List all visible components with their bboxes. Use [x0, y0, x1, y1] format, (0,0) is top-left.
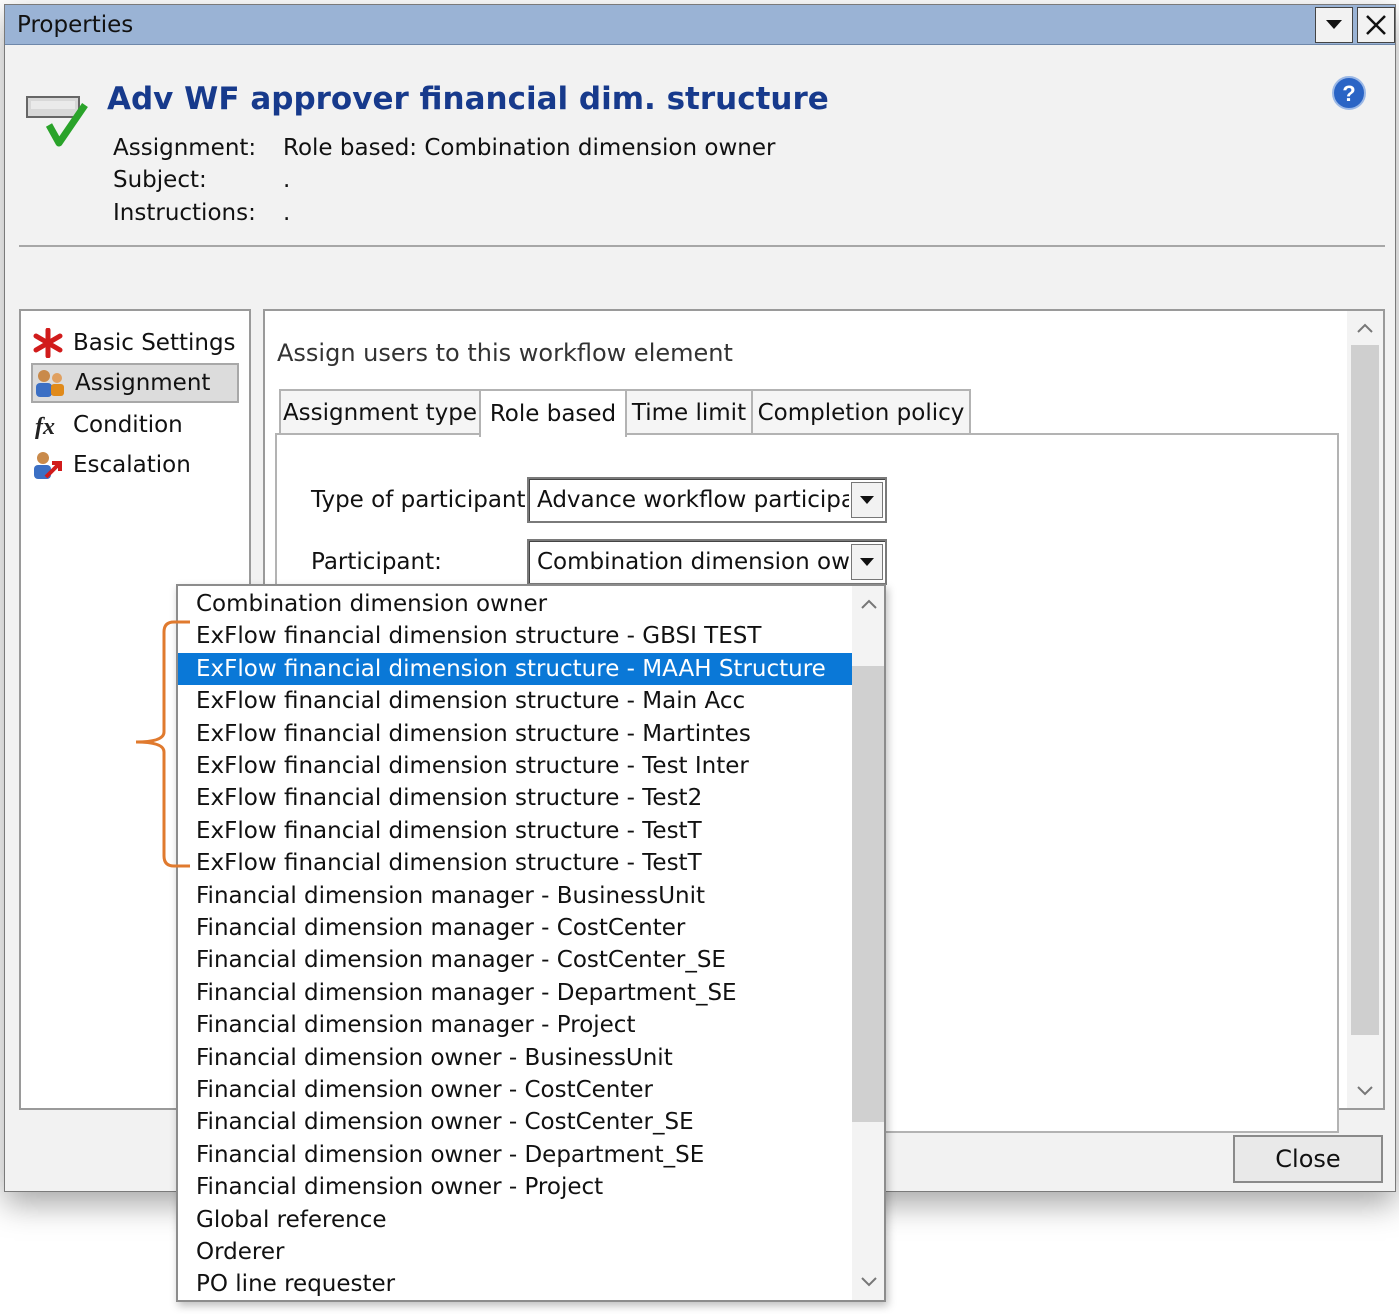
annotation-bracket — [135, 620, 190, 868]
type-of-participant-select[interactable]: Advance workflow participan — [527, 477, 887, 523]
users-icon — [33, 366, 67, 400]
participant-select[interactable]: Combination dimension own — [527, 539, 887, 585]
dropdown-option[interactable]: ExFlow financial dimension structure - T… — [178, 815, 852, 847]
chevron-down-icon — [860, 557, 874, 566]
svg-text:?: ? — [1342, 81, 1355, 106]
tab-completion-policy[interactable]: Completion policy — [751, 389, 971, 435]
dropdown-option[interactable]: Combination dimension owner — [178, 588, 852, 620]
panel-scrollbar[interactable] — [1347, 311, 1383, 1108]
assignment-value: Role based: Combination dimension owner — [283, 135, 776, 161]
participant-dropdown-list[interactable]: Combination dimension owner ExFlow financ… — [176, 584, 886, 1302]
dropdown-option[interactable]: Financial dimension owner - BusinessUnit — [178, 1042, 852, 1074]
dropdown-scrollbar[interactable] — [852, 586, 884, 1300]
participant-value: Combination dimension own — [537, 549, 849, 575]
scroll-up-icon[interactable] — [852, 588, 884, 620]
type-of-participant-label: Type of participant: — [311, 487, 534, 513]
dropdown-option[interactable]: Global reference — [178, 1204, 852, 1236]
dropdown-option[interactable]: Financial dimension owner - CostCenter_S… — [178, 1106, 852, 1138]
dropdown-option[interactable]: Financial dimension manager - CostCenter — [178, 912, 852, 944]
instructions-label: Instructions: — [113, 200, 256, 226]
dropdown-option[interactable]: PO line requester — [178, 1268, 852, 1300]
page-title: Adv WF approver financial dim. structure — [107, 81, 829, 117]
scroll-up-icon[interactable] — [1347, 313, 1383, 343]
dropdown-option[interactable]: Financial dimension manager - Project — [178, 1009, 852, 1041]
participant-label: Participant: — [311, 549, 442, 575]
tab-role-based[interactable]: Role based — [479, 389, 627, 437]
title-bar[interactable]: Properties — [5, 5, 1395, 45]
approval-check-icon — [26, 96, 88, 147]
close-icon — [1366, 15, 1386, 35]
dropdown-option[interactable]: Financial dimension owner - CostCenter — [178, 1074, 852, 1106]
participant-dropdown-button[interactable] — [851, 544, 883, 580]
dropdown-option[interactable]: ExFlow financial dimension structure - T… — [178, 782, 852, 814]
subject-label: Subject: — [113, 167, 207, 193]
tab-assignment-type[interactable]: Assignment type — [279, 389, 481, 435]
assignment-label: Assignment: — [113, 135, 257, 161]
escalation-icon — [31, 448, 65, 482]
window-title: Properties — [17, 12, 134, 38]
help-icon[interactable]: ? — [1331, 75, 1367, 111]
nav-item-label: Basic Settings — [73, 330, 236, 356]
close-button[interactable]: Close — [1233, 1135, 1383, 1183]
dropdown-option[interactable]: Financial dimension manager - Department… — [178, 977, 852, 1009]
header-divider — [19, 245, 1385, 247]
nav-item-basic-settings[interactable]: Basic Settings — [31, 323, 239, 363]
instructions-value: . — [283, 200, 291, 226]
chevron-down-icon — [1326, 20, 1342, 29]
dropdown-option[interactable]: Financial dimension owner - Project — [178, 1171, 852, 1203]
window-menu-button[interactable] — [1315, 7, 1353, 43]
nav-item-assignment[interactable]: Assignment — [31, 363, 239, 403]
nav-item-label: Escalation — [73, 452, 191, 478]
scroll-thumb[interactable] — [852, 666, 884, 1122]
nav-item-condition[interactable]: fx Condition — [31, 405, 239, 445]
nav-item-label: Condition — [73, 412, 183, 438]
function-icon: fx — [31, 408, 65, 442]
dropdown-option[interactable]: ExFlow financial dimension structure - M… — [178, 718, 852, 750]
dropdown-option[interactable]: Financial dimension owner - Department_S… — [178, 1139, 852, 1171]
dropdown-option[interactable]: Orderer — [178, 1236, 852, 1268]
scroll-down-icon[interactable] — [852, 1266, 884, 1298]
subject-value: . — [283, 167, 291, 193]
dropdown-option[interactable]: ExFlow financial dimension structure - T… — [178, 847, 852, 879]
tab-time-limit[interactable]: Time limit — [625, 389, 753, 435]
nav-item-label: Assignment — [75, 370, 211, 396]
svg-text:fx: fx — [35, 414, 55, 440]
scroll-thumb[interactable] — [1351, 345, 1379, 1035]
dropdown-option[interactable]: Financial dimension manager - BusinessUn… — [178, 880, 852, 912]
scroll-down-icon[interactable] — [1347, 1076, 1383, 1106]
dropdown-option[interactable]: ExFlow financial dimension structure - T… — [178, 750, 852, 782]
type-of-participant-value: Advance workflow participan — [537, 487, 849, 513]
asterisk-icon — [31, 326, 65, 360]
chevron-down-icon — [860, 495, 874, 504]
type-of-participant-dropdown-button[interactable] — [851, 482, 883, 518]
section-title: Assign users to this workflow element — [277, 339, 733, 367]
window-close-button[interactable] — [1357, 7, 1395, 43]
nav-item-escalation[interactable]: Escalation — [31, 445, 239, 485]
dropdown-option[interactable]: ExFlow financial dimension structure - G… — [178, 620, 852, 652]
dropdown-option[interactable]: ExFlow financial dimension structure - M… — [178, 652, 852, 685]
dropdown-option[interactable]: ExFlow financial dimension structure - M… — [178, 685, 852, 717]
dropdown-option[interactable]: Financial dimension manager - CostCenter… — [178, 944, 852, 976]
